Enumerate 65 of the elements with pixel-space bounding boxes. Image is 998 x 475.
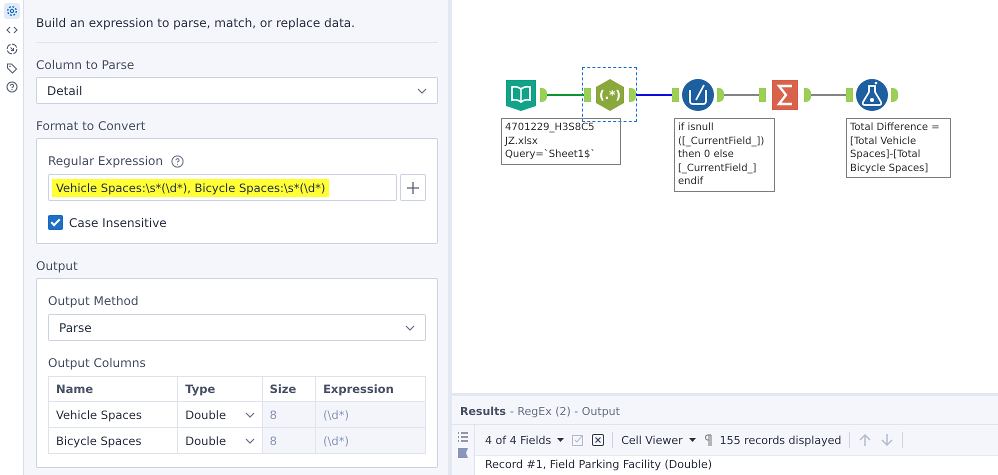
section-heading: Output (36, 259, 79, 273)
node-label: (.*) (599, 88, 621, 102)
column-header: Type (178, 376, 262, 402)
add-button[interactable] (400, 174, 426, 201)
table-cell: Vehicle Spaces (48, 402, 178, 428)
column-header: Expression (316, 376, 426, 402)
output-anchor[interactable] (629, 88, 636, 102)
field-label: Output Method (48, 294, 140, 308)
regex-input-field[interactable]: Vehicle Spaces:\s*(\d*), Bicycle Spaces:\s*(\d*) (48, 174, 397, 201)
input-anchor[interactable] (672, 88, 679, 102)
close-icon[interactable] (592, 434, 604, 446)
description-text: Build an expression to parse, match, or replace data. (36, 0, 438, 43)
type-dropdown[interactable]: Double (178, 402, 262, 428)
chevron-down-icon (244, 412, 255, 418)
chevron-down-icon (405, 324, 415, 330)
type-dropdown[interactable]: Double (178, 428, 262, 454)
annotation-text: Total Difference = [Total Vehicle Spaces]-[Total Bicycle Spaces] (846, 118, 951, 178)
output-method-dropdown[interactable]: Parse (48, 314, 426, 341)
chevron-down-icon (244, 438, 255, 444)
table-cell: Bicycle Spaces (48, 428, 178, 454)
fields-dropdown[interactable]: 4 of 4 Fields (485, 434, 564, 446)
help-icon[interactable] (170, 154, 184, 168)
checkbox-label: Case Insensitive (69, 216, 167, 230)
circle-arrow-icon[interactable] (4, 41, 20, 57)
field-label: Regular Expression (48, 154, 163, 168)
table-cell: (\d*) (316, 428, 426, 454)
output-anchor[interactable] (717, 88, 724, 102)
column-header: Name (48, 376, 178, 402)
field-label: Column to Parse (36, 58, 136, 72)
table-cell: 8 (262, 402, 316, 428)
table-cell: (\d*) (316, 402, 426, 428)
section-heading: Format to Convert (36, 119, 146, 133)
input-anchor[interactable] (846, 88, 853, 102)
annotation-text: 4701229_H3S8C5 JZ.xlsx Query=`Sheet1$` (501, 118, 621, 164)
field-label: Output Columns (48, 356, 147, 370)
chevron-down-icon (417, 88, 427, 94)
book-icon[interactable] (504, 78, 538, 112)
panel-subtitle: - RegEx (2) - Output (510, 405, 620, 418)
output-anchor[interactable] (804, 88, 811, 102)
checkbox[interactable] (48, 215, 63, 230)
input-anchor[interactable] (759, 88, 766, 102)
arrow-up-icon[interactable] (858, 433, 872, 447)
checkbox-icon[interactable] (572, 434, 584, 446)
list-icon[interactable] (457, 431, 469, 443)
regex-text: Vehicle Spaces:\s*(\d*), Bicycle Spaces:\s*(\d*) (52, 178, 330, 196)
records-count: 155 records displayed (720, 434, 842, 446)
caret-icon (557, 438, 564, 442)
annotation-text: if isnull ([_CurrentField_]) then 0 else [_CurrentField_] endif (674, 118, 775, 192)
flask-icon[interactable] (855, 78, 889, 112)
viewer-dropdown[interactable]: Cell Viewer (621, 434, 696, 446)
panel-title: Results (460, 405, 506, 418)
flag-icon[interactable] (457, 447, 469, 459)
pilcrow-icon[interactable] (704, 434, 712, 446)
input-anchor[interactable] (584, 88, 591, 102)
beaker-icon[interactable] (681, 78, 715, 112)
help-icon[interactable] (4, 79, 20, 95)
settings-icon[interactable] (4, 3, 20, 19)
record-info: Record #1, Field Parking Facility (Double) (484, 457, 714, 473)
column-dropdown[interactable]: Detail (36, 77, 438, 104)
caret-icon (688, 438, 696, 442)
arrow-down-icon[interactable] (880, 433, 894, 447)
plus-icon (406, 180, 420, 194)
table-cell: 8 (262, 428, 316, 454)
output-anchor[interactable] (891, 88, 898, 102)
output-anchor[interactable] (540, 88, 547, 102)
